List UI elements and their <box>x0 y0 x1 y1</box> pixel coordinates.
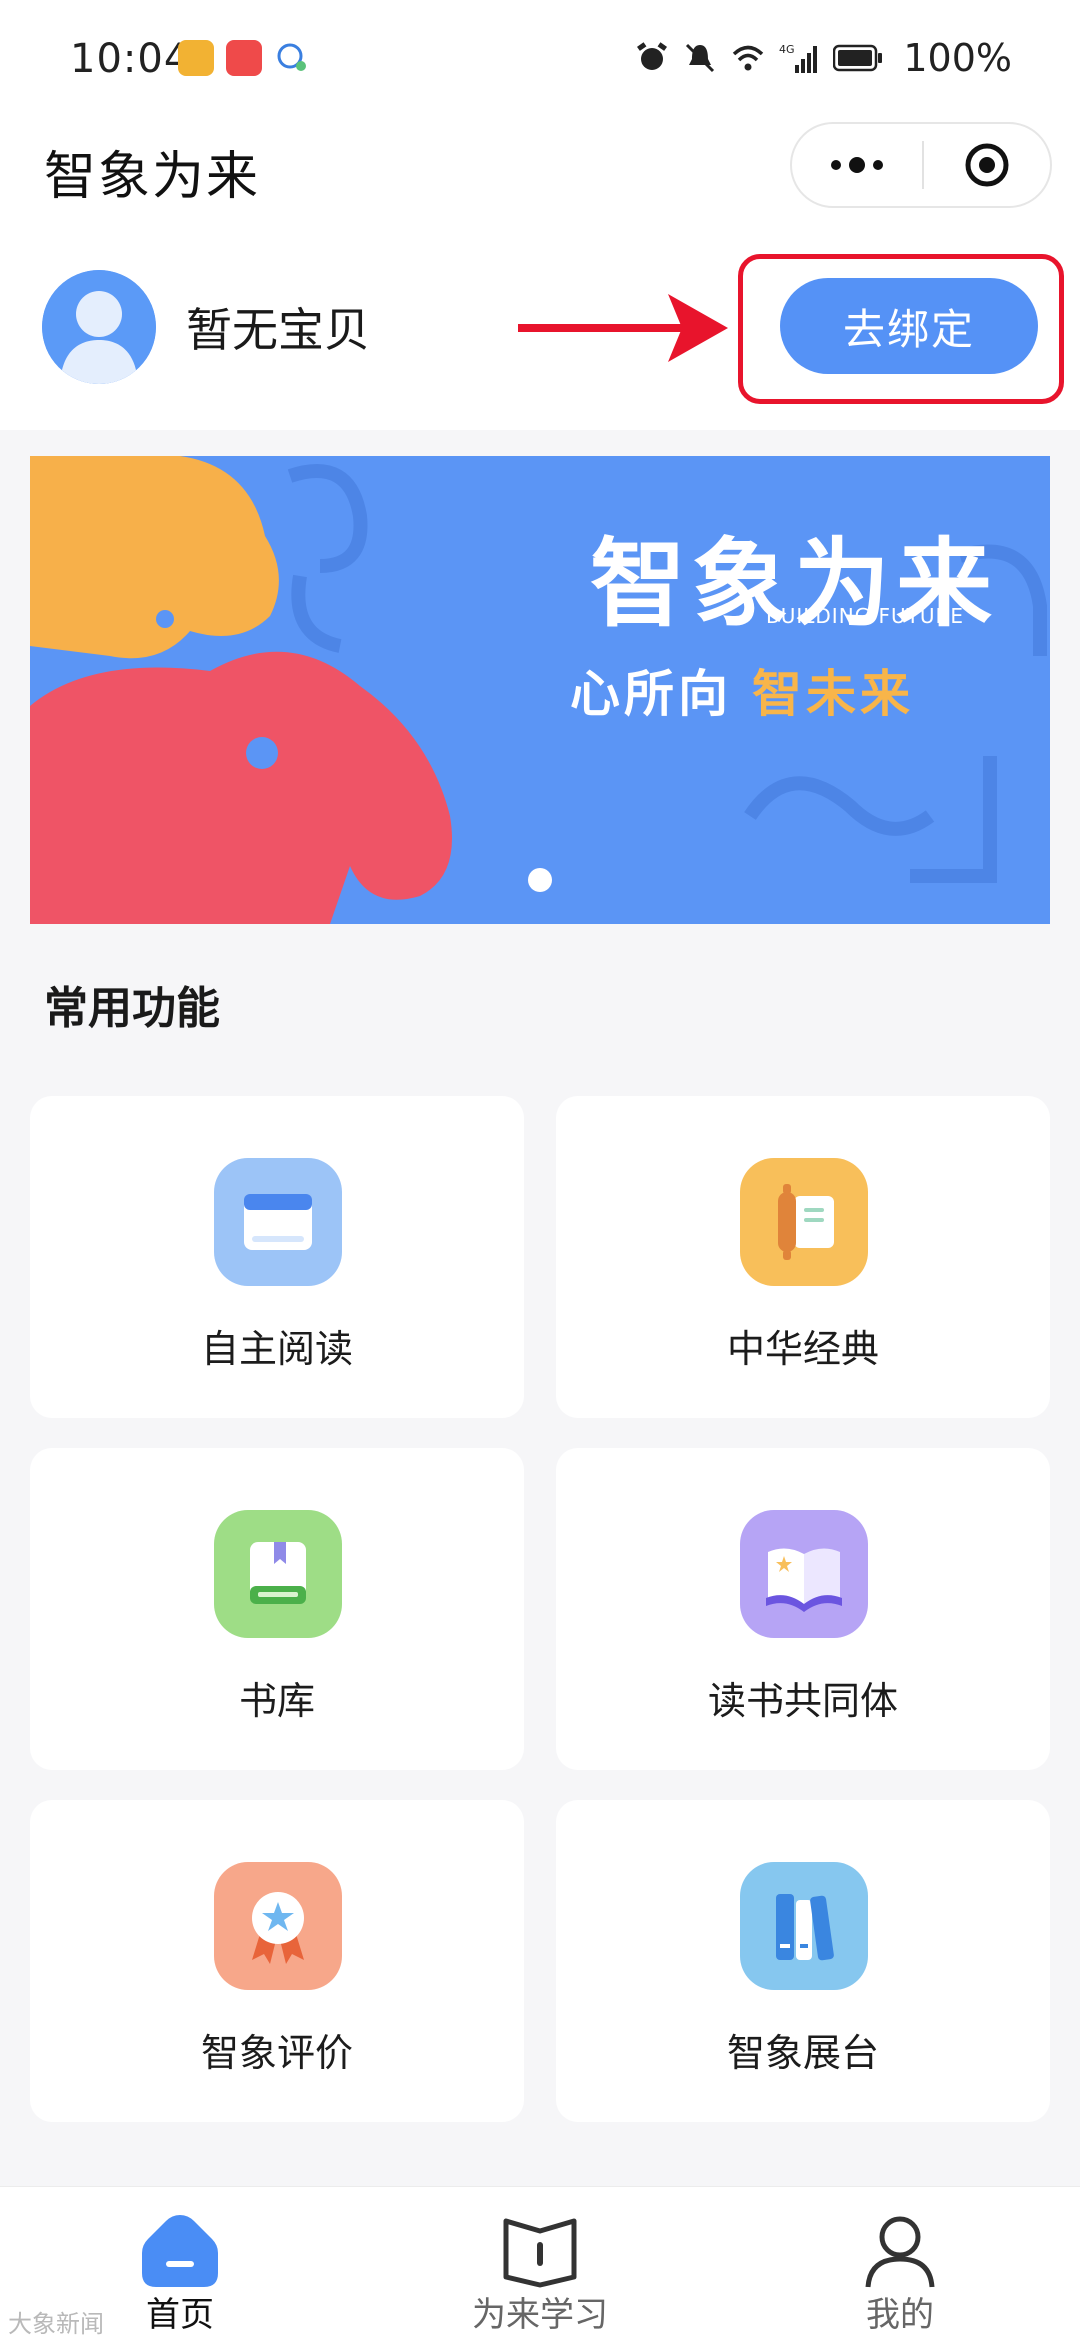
app-title: 智象为来 <box>44 147 261 207</box>
target-icon <box>965 143 1009 187</box>
profile-icon <box>865 2216 935 2288</box>
banner-slogan-b: 智未来 <box>752 665 914 723</box>
profile-row: 暂无宝贝 去绑定 <box>0 236 1080 430</box>
feature-tile <box>214 1510 342 1638</box>
battery-percent: 100% <box>903 36 1012 80</box>
home-icon <box>142 2215 218 2287</box>
nav-label: 我的 <box>866 2295 934 2335</box>
banner-slogan-a: 心所向 <box>570 665 732 723</box>
feature-tile <box>740 1158 868 1286</box>
feature-label: 书库 <box>238 1679 315 1723</box>
close-mini-program-button[interactable] <box>924 141 1050 189</box>
app-notification-icon <box>226 40 262 76</box>
status-app-icons <box>178 40 310 76</box>
watermark: 大象新闻 <box>8 2310 104 2338</box>
more-dot-icon <box>873 160 883 170</box>
feature-card-chinese-classics[interactable]: 中华经典 <box>556 1096 1050 1418</box>
banner-brand-en: BUILDING FUTURE <box>766 604 965 628</box>
bookshelf-icon <box>776 1894 834 1961</box>
signal-icon: 4G <box>779 43 818 73</box>
baby-name: 暂无宝贝 <box>186 303 370 357</box>
status-time: 10:04 <box>70 36 191 82</box>
status-indicators: 4G 100% <box>635 36 1012 80</box>
more-dot-icon <box>849 157 865 173</box>
feature-label: 中华经典 <box>726 1327 879 1371</box>
more-dot-icon <box>831 160 841 170</box>
mute-bell-icon <box>686 43 715 73</box>
feature-tile <box>740 1510 868 1638</box>
scroll-icon <box>778 1184 834 1260</box>
feature-card-library[interactable]: 书库 <box>30 1448 524 1770</box>
nav-label: 为来学习 <box>472 2295 608 2335</box>
feature-label: 读书共同体 <box>707 1679 898 1723</box>
chat-bubble-icon <box>277 43 306 71</box>
window-icon <box>244 1194 312 1250</box>
feature-card-showcase[interactable]: 智象展台 <box>556 1800 1050 2122</box>
study-book-icon <box>503 2218 577 2288</box>
banner-slogan: 心所向 智未来 <box>570 654 914 726</box>
feature-label: 自主阅读 <box>200 1327 353 1371</box>
mini-program-capsule <box>790 122 1052 208</box>
more-menu-button[interactable] <box>792 124 922 206</box>
feature-label: 智象评价 <box>200 2031 353 2075</box>
wifi-icon <box>733 45 764 71</box>
nav-tab-study[interactable]: 为来学习 <box>390 2187 690 2340</box>
feature-card-autonomous-reading[interactable]: 自主阅读 <box>30 1096 524 1418</box>
nav-tab-mine[interactable]: 我的 <box>750 2187 1050 2340</box>
section-title: 常用功能 <box>44 983 220 1034</box>
feature-tile <box>740 1862 868 1990</box>
app-notification-icon <box>178 40 214 76</box>
svg-text:4G: 4G <box>779 43 795 56</box>
open-book-icon <box>766 1548 842 1612</box>
feature-card-reading-community[interactable]: 读书共同体 <box>556 1448 1050 1770</box>
avatar[interactable] <box>42 270 156 384</box>
status-bar: 10:04 4G 100% <box>0 0 1080 118</box>
book-library-icon <box>250 1542 306 1604</box>
feature-tile <box>214 1158 342 1286</box>
default-avatar-icon <box>42 270 156 384</box>
bottom-nav: 首页 为来学习 我的 <box>0 2186 1080 2340</box>
app-header: 智象为来 <box>0 118 1080 236</box>
banner-carousel[interactable]: 智象为来 BUILDING FUTURE 心所向 智未来 <box>30 456 1050 924</box>
feature-tile <box>214 1862 342 1990</box>
bind-button[interactable]: 去绑定 <box>780 278 1038 374</box>
feature-label: 智象展台 <box>726 2031 879 2075</box>
battery-icon <box>833 44 883 72</box>
alarm-icon <box>637 42 668 70</box>
red-arrow-annotation <box>518 294 728 362</box>
feature-card-evaluation[interactable]: 智象评价 <box>30 1800 524 2122</box>
carousel-indicator <box>528 868 552 892</box>
badge-icon <box>252 1892 304 1964</box>
